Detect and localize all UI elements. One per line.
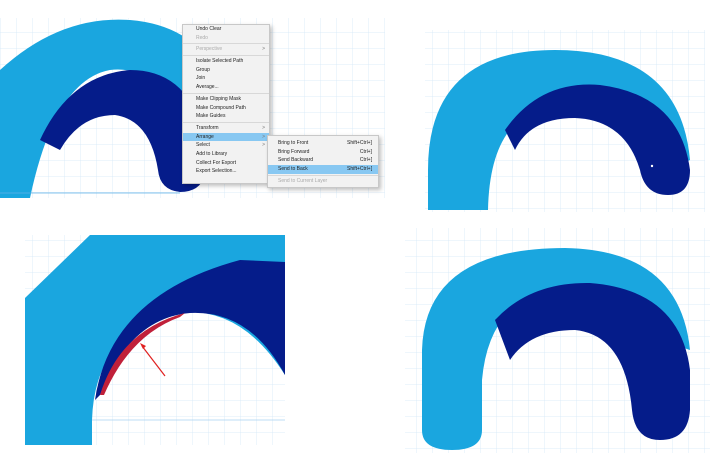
chevron-right-icon: >	[262, 124, 265, 131]
menu-item-label: Send Backward	[278, 157, 314, 164]
panel-top-right	[425, 30, 705, 212]
context-menu: Undo Clear Redo Perspective > Isolate Sel…	[182, 24, 270, 184]
menu-item-isolate-selected-path[interactable]: Isolate Selected Path	[183, 57, 269, 66]
panel-bottom-right	[405, 228, 710, 453]
panel-bottom-left	[25, 235, 285, 445]
menu-item-perspective[interactable]: Perspective >	[183, 45, 269, 54]
chevron-right-icon: >	[262, 142, 265, 149]
artwork-canvas	[0, 18, 710, 453]
menu-item-bring-to-front[interactable]: Bring to Front Shift+Ctrl+]	[268, 139, 378, 148]
menu-item-bring-forward[interactable]: Bring Forward Ctrl+]	[268, 148, 378, 157]
menu-item-group[interactable]: Group	[183, 66, 269, 75]
menu-item-transform[interactable]: Transform >	[183, 124, 269, 133]
menu-item-label: Select	[196, 142, 210, 149]
menu-item-select[interactable]: Select >	[183, 141, 269, 150]
menu-separator	[183, 92, 269, 94]
menu-item-label: Send to Back	[278, 166, 308, 173]
menu-item-export-selection[interactable]: Export Selection...	[183, 167, 269, 176]
chevron-right-icon: >	[262, 46, 265, 53]
menu-item-make-clipping-mask[interactable]: Make Clipping Mask	[183, 95, 269, 104]
shortcut: Shift+Ctrl+]	[346, 140, 372, 146]
menu-separator	[183, 121, 269, 123]
arrange-submenu: Bring to Front Shift+Ctrl+] Bring Forward…	[267, 135, 379, 188]
shortcut: Shift+Ctrl+[	[346, 166, 372, 173]
menu-item-label: Arrange	[196, 133, 214, 140]
menu-item-make-guides[interactable]: Make Guides	[183, 112, 269, 121]
menu-item-send-to-back[interactable]: Send to Back Shift+Ctrl+[	[268, 165, 378, 174]
menu-item-send-backward[interactable]: Send Backward Ctrl+[	[268, 156, 378, 165]
menu-item-make-compound-path[interactable]: Make Compound Path	[183, 104, 269, 113]
menu-item-label: Perspective	[196, 46, 223, 53]
menu-item-average[interactable]: Average...	[183, 83, 269, 92]
menu-item-label: Bring Forward	[278, 148, 310, 155]
chevron-right-icon: >	[262, 133, 265, 140]
menu-item-label: Transform	[196, 124, 219, 131]
menu-item-add-to-library[interactable]: Add to Library	[183, 150, 269, 159]
shortcut: Ctrl+]	[359, 148, 372, 155]
menu-item-join[interactable]: Join	[183, 74, 269, 83]
menu-item-redo[interactable]: Redo	[183, 34, 269, 43]
menu-separator	[183, 55, 269, 57]
menu-item-label: Send to Current Layer	[278, 177, 328, 184]
menu-separator	[268, 174, 378, 176]
menu-item-send-to-current-layer[interactable]: Send to Current Layer	[268, 177, 378, 186]
menu-item-arrange[interactable]: Arrange >	[183, 132, 269, 142]
menu-separator	[183, 43, 269, 45]
menu-item-collect-for-export[interactable]: Collect For Export	[183, 159, 269, 168]
shortcut: Ctrl+[	[359, 157, 372, 164]
menu-item-undo-clear[interactable]: Undo Clear	[183, 25, 269, 34]
menu-item-label: Bring to Front	[278, 140, 309, 146]
